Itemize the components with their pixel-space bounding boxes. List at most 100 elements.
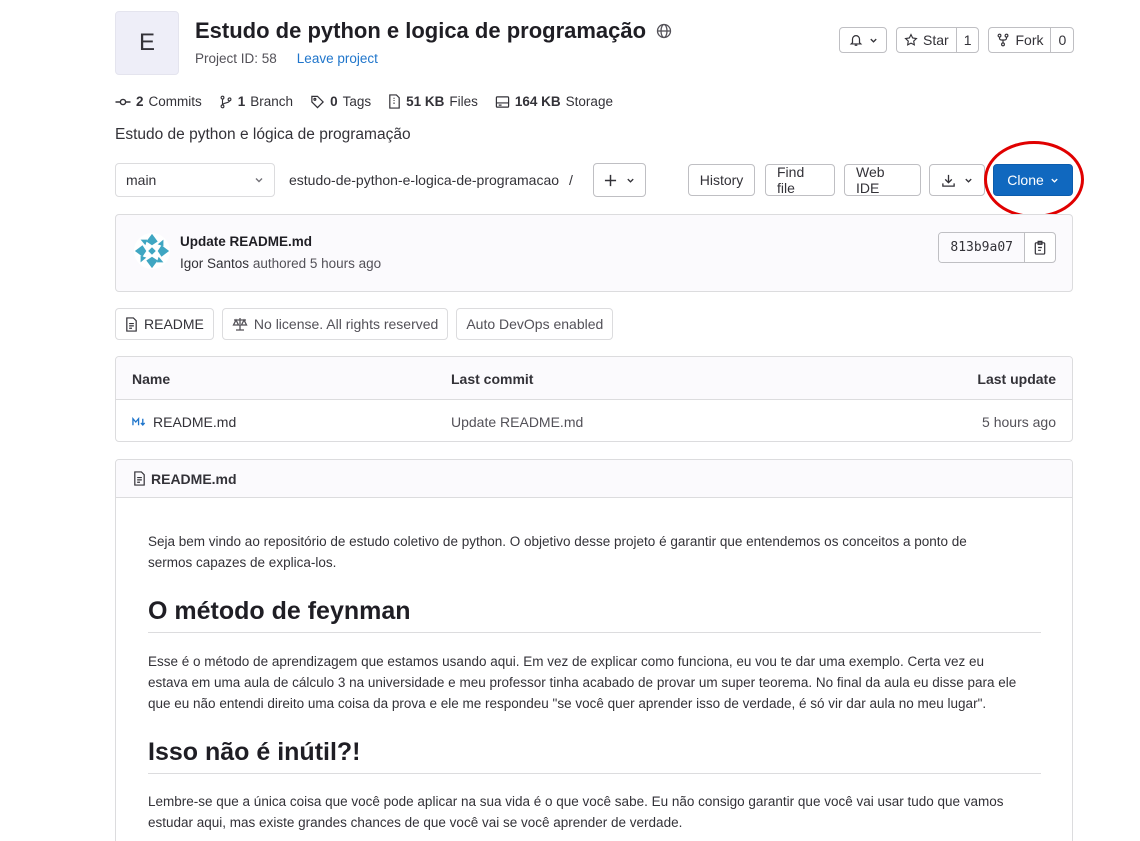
star-label: Star xyxy=(923,32,949,48)
project-description: Estudo de python e lógica de programação xyxy=(115,126,411,143)
file-table: Name Last commit Last update README.md U… xyxy=(115,356,1073,442)
file-name-link[interactable]: README.md xyxy=(132,414,236,430)
header-last-commit: Last commit xyxy=(451,371,534,387)
last-commit-panel: Update README.md Igor Santos authored 5 … xyxy=(115,214,1073,292)
readme-paragraph-line: estudar aqui, mas existe grandes chances… xyxy=(148,815,683,830)
files-size: 51 KB xyxy=(406,94,445,109)
storage-size: 164 KB xyxy=(514,94,561,109)
project-meta: Project ID: 58 Leave project xyxy=(195,51,378,66)
chevron-down-icon xyxy=(1051,178,1058,183)
tags-count: 0 xyxy=(330,94,338,109)
document-icon xyxy=(134,471,145,486)
readme-filename: README.md xyxy=(151,470,237,487)
clone-label: Clone xyxy=(1007,172,1044,188)
readme-header: README.md xyxy=(116,460,1072,498)
readme-intro: Seja bem vindo ao repositório de estudo … xyxy=(148,531,1043,573)
readme-paragraph: Esse é o método de aprendizagem que esta… xyxy=(148,651,1043,714)
file-last-commit[interactable]: Update README.md xyxy=(451,414,583,430)
fork-label: Fork xyxy=(1015,32,1044,48)
readme-intro-line: sermos capazes de explica-los. xyxy=(148,555,337,570)
chevron-down-icon xyxy=(255,178,263,183)
fork-button-group[interactable]: Fork 0 xyxy=(988,27,1075,53)
tags-label: Tags xyxy=(342,94,372,109)
readme-badge[interactable]: README xyxy=(115,308,214,340)
file-name: README.md xyxy=(153,414,237,430)
branch-count: 1 xyxy=(237,94,246,109)
commit-sha[interactable]: 813b9a07 xyxy=(939,233,1024,262)
branch-icon xyxy=(220,95,232,108)
devops-badge[interactable]: Auto DevOps enabled xyxy=(456,308,614,340)
project-id: Project ID: 58 xyxy=(195,51,277,66)
fork-button[interactable]: Fork xyxy=(989,28,1050,52)
clone-button[interactable]: Clone xyxy=(993,164,1073,196)
license-badge[interactable]: No license. All rights reserved xyxy=(221,308,449,340)
star-count[interactable]: 1 xyxy=(955,28,979,52)
license-badge-label: No license. All rights reserved xyxy=(253,316,439,332)
copy-sha-button[interactable] xyxy=(1024,233,1055,262)
branch-selector[interactable]: main xyxy=(115,163,275,197)
readme-paragraph-line: que eu não entendi direito uma coisa da … xyxy=(148,696,987,711)
find-file-button[interactable]: Find file xyxy=(765,164,835,196)
branch-stat[interactable]: 1 Branch xyxy=(219,94,293,109)
project-title: Estudo de python e logica de programação xyxy=(195,18,672,44)
star-button[interactable]: Star xyxy=(897,28,956,52)
fork-count[interactable]: 0 xyxy=(1050,28,1073,52)
storage-label: Storage xyxy=(565,94,613,109)
readme-paragraph-line: estava em uma aula de cálculo 3 na unive… xyxy=(148,675,1017,690)
commit-author[interactable]: Igor Santos xyxy=(180,256,249,271)
commits-label: Commits xyxy=(148,94,202,109)
storage-icon xyxy=(495,95,510,108)
project-stats: 2 Commits 1 Branch 0 Tags 51 KB Files 16… xyxy=(115,94,613,109)
commit-title[interactable]: Update README.md xyxy=(180,234,312,249)
header-actions: Star 1 Fork 0 xyxy=(839,27,1075,53)
commit-icon xyxy=(115,98,131,105)
notification-button[interactable] xyxy=(839,27,887,53)
readme-intro-line: Seja bem vindo ao repositório de estudo … xyxy=(148,534,967,549)
document-icon xyxy=(126,316,137,332)
download-button[interactable] xyxy=(929,164,985,196)
bell-icon xyxy=(849,35,862,46)
breadcrumb-repo[interactable]: estudo-de-python-e-logica-de-programacao xyxy=(289,172,559,188)
storage-stat[interactable]: 164 KB Storage xyxy=(495,94,613,109)
project-title-text: Estudo de python e logica de programação xyxy=(195,18,647,43)
file-zip-icon xyxy=(389,94,400,109)
file-last-update: 5 hours ago xyxy=(982,414,1056,430)
commit-sha-group: 813b9a07 xyxy=(938,232,1056,263)
star-button-group[interactable]: Star 1 xyxy=(896,27,980,53)
commit-meta: Igor Santos authored 5 hours ago xyxy=(180,256,381,271)
fork-count-text: 0 xyxy=(1058,32,1067,48)
files-label: Files xyxy=(449,94,478,109)
devops-badge-label: Auto DevOps enabled xyxy=(466,316,604,332)
commits-count: 2 xyxy=(136,94,144,109)
readme-badge-label: README xyxy=(144,316,204,332)
fork-icon xyxy=(998,33,1009,47)
history-button[interactable]: History xyxy=(688,164,755,196)
header-name: Name xyxy=(132,371,171,387)
markdown-icon xyxy=(132,417,146,426)
star-icon xyxy=(904,33,918,46)
download-icon xyxy=(942,174,955,187)
chevron-down-icon xyxy=(869,38,877,43)
web-ide-label: Web IDE xyxy=(856,164,885,196)
web-ide-button[interactable]: Web IDE xyxy=(844,164,921,196)
branch-label: Branch xyxy=(250,94,294,109)
readme-paragraph-line: Esse é o método de aprendizagem que esta… xyxy=(148,654,984,669)
readme-paragraph: Lembre-se que a única coisa que você pod… xyxy=(148,791,1043,833)
leave-project-link[interactable]: Leave project xyxy=(297,51,378,66)
author-avatar[interactable] xyxy=(133,232,171,270)
add-dropdown-button[interactable] xyxy=(593,163,646,197)
commits-stat[interactable]: 2 Commits xyxy=(115,94,202,109)
commit-time: authored 5 hours ago xyxy=(252,256,382,271)
table-row[interactable]: README.md Update README.md 5 hours ago xyxy=(116,400,1072,441)
plus-icon xyxy=(604,174,617,186)
copy-icon xyxy=(1034,240,1046,255)
readme-heading: Isso não é inútil?! xyxy=(148,738,1041,774)
files-stat[interactable]: 51 KB Files xyxy=(388,94,478,109)
tags-stat[interactable]: 0 Tags xyxy=(310,94,371,109)
chevron-down-icon xyxy=(965,178,972,183)
breadcrumb: estudo-de-python-e-logica-de-programacao… xyxy=(289,172,573,188)
globe-icon xyxy=(656,23,672,39)
chevron-down-icon xyxy=(627,178,634,183)
readme-heading: O método de feynman xyxy=(148,597,1041,633)
breadcrumb-separator: / xyxy=(568,172,573,188)
